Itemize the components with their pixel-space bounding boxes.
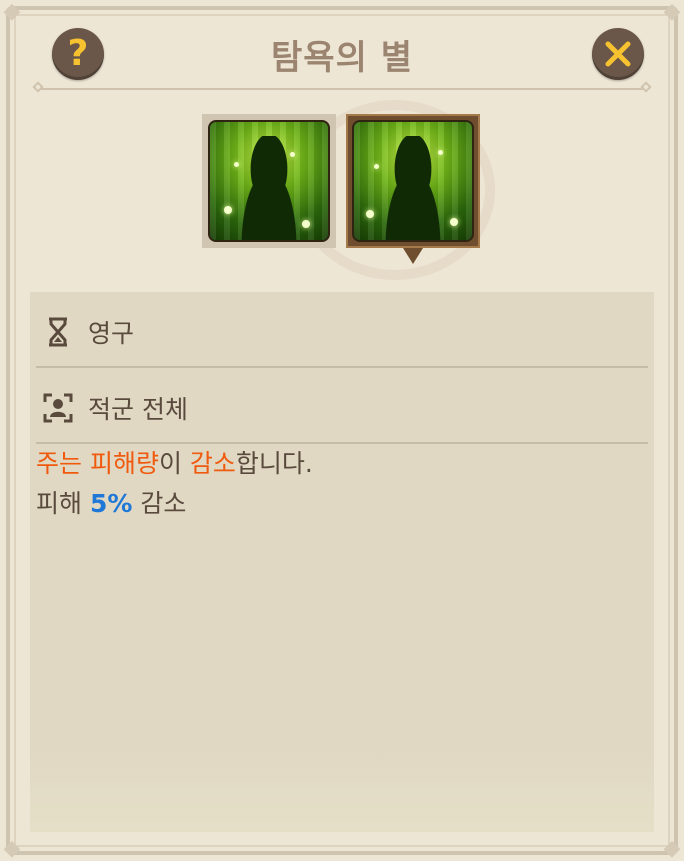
- description-text: 합니다.: [235, 449, 313, 478]
- description-text: 이: [158, 449, 190, 478]
- corner-ornament-icon: ◆: [3, 836, 21, 861]
- hourglass-icon: [49, 317, 67, 347]
- damage-reduction-value: 5%: [89, 489, 133, 518]
- duration-label: 영구: [88, 319, 135, 348]
- duration-row: 영구: [36, 292, 648, 368]
- target-person-icon: [43, 393, 73, 423]
- header-divider: [38, 88, 646, 90]
- highlight-decrease: 감소: [189, 449, 236, 478]
- corner-ornament-icon: ◆: [663, 836, 681, 861]
- skill-icon-button-2-selected[interactable]: [346, 114, 480, 248]
- target-label: 적군 전체: [88, 395, 188, 424]
- skill-description: 주는 피해량이 감소합니다. 피해 5% 감소: [36, 444, 313, 524]
- panel-header: 탐욕의 별: [0, 22, 684, 93]
- corner-ornament-icon: ◆: [663, 0, 681, 24]
- target-row: 적군 전체: [36, 368, 648, 444]
- skill-star-of-greed-icon: [352, 120, 474, 242]
- description-text: 감소: [132, 489, 187, 518]
- description-line-2: 피해 5% 감소: [36, 484, 313, 524]
- content-fade: [30, 752, 654, 832]
- skill-icon-button-1[interactable]: [202, 114, 336, 248]
- skill-detail-box: 영구 적군 전체 주는 피해량이 감소합니다. 피해 5% 감소: [30, 292, 654, 832]
- skill-star-of-greed-icon: [208, 120, 330, 242]
- selection-pointer-icon: [403, 248, 423, 264]
- skill-info-panel: ◆ ◆ ◆ ◆ ? 탐욕의 별 영구 적군 전체 주는 피해량이 감소합니다. …: [0, 0, 684, 861]
- highlight-damage-dealt: 주는 피해량: [36, 449, 159, 478]
- skill-title: 탐욕의 별: [271, 38, 413, 78]
- description-text: 피해: [36, 489, 90, 518]
- description-line-1: 주는 피해량이 감소합니다.: [36, 444, 313, 484]
- corner-ornament-icon: ◆: [3, 0, 21, 24]
